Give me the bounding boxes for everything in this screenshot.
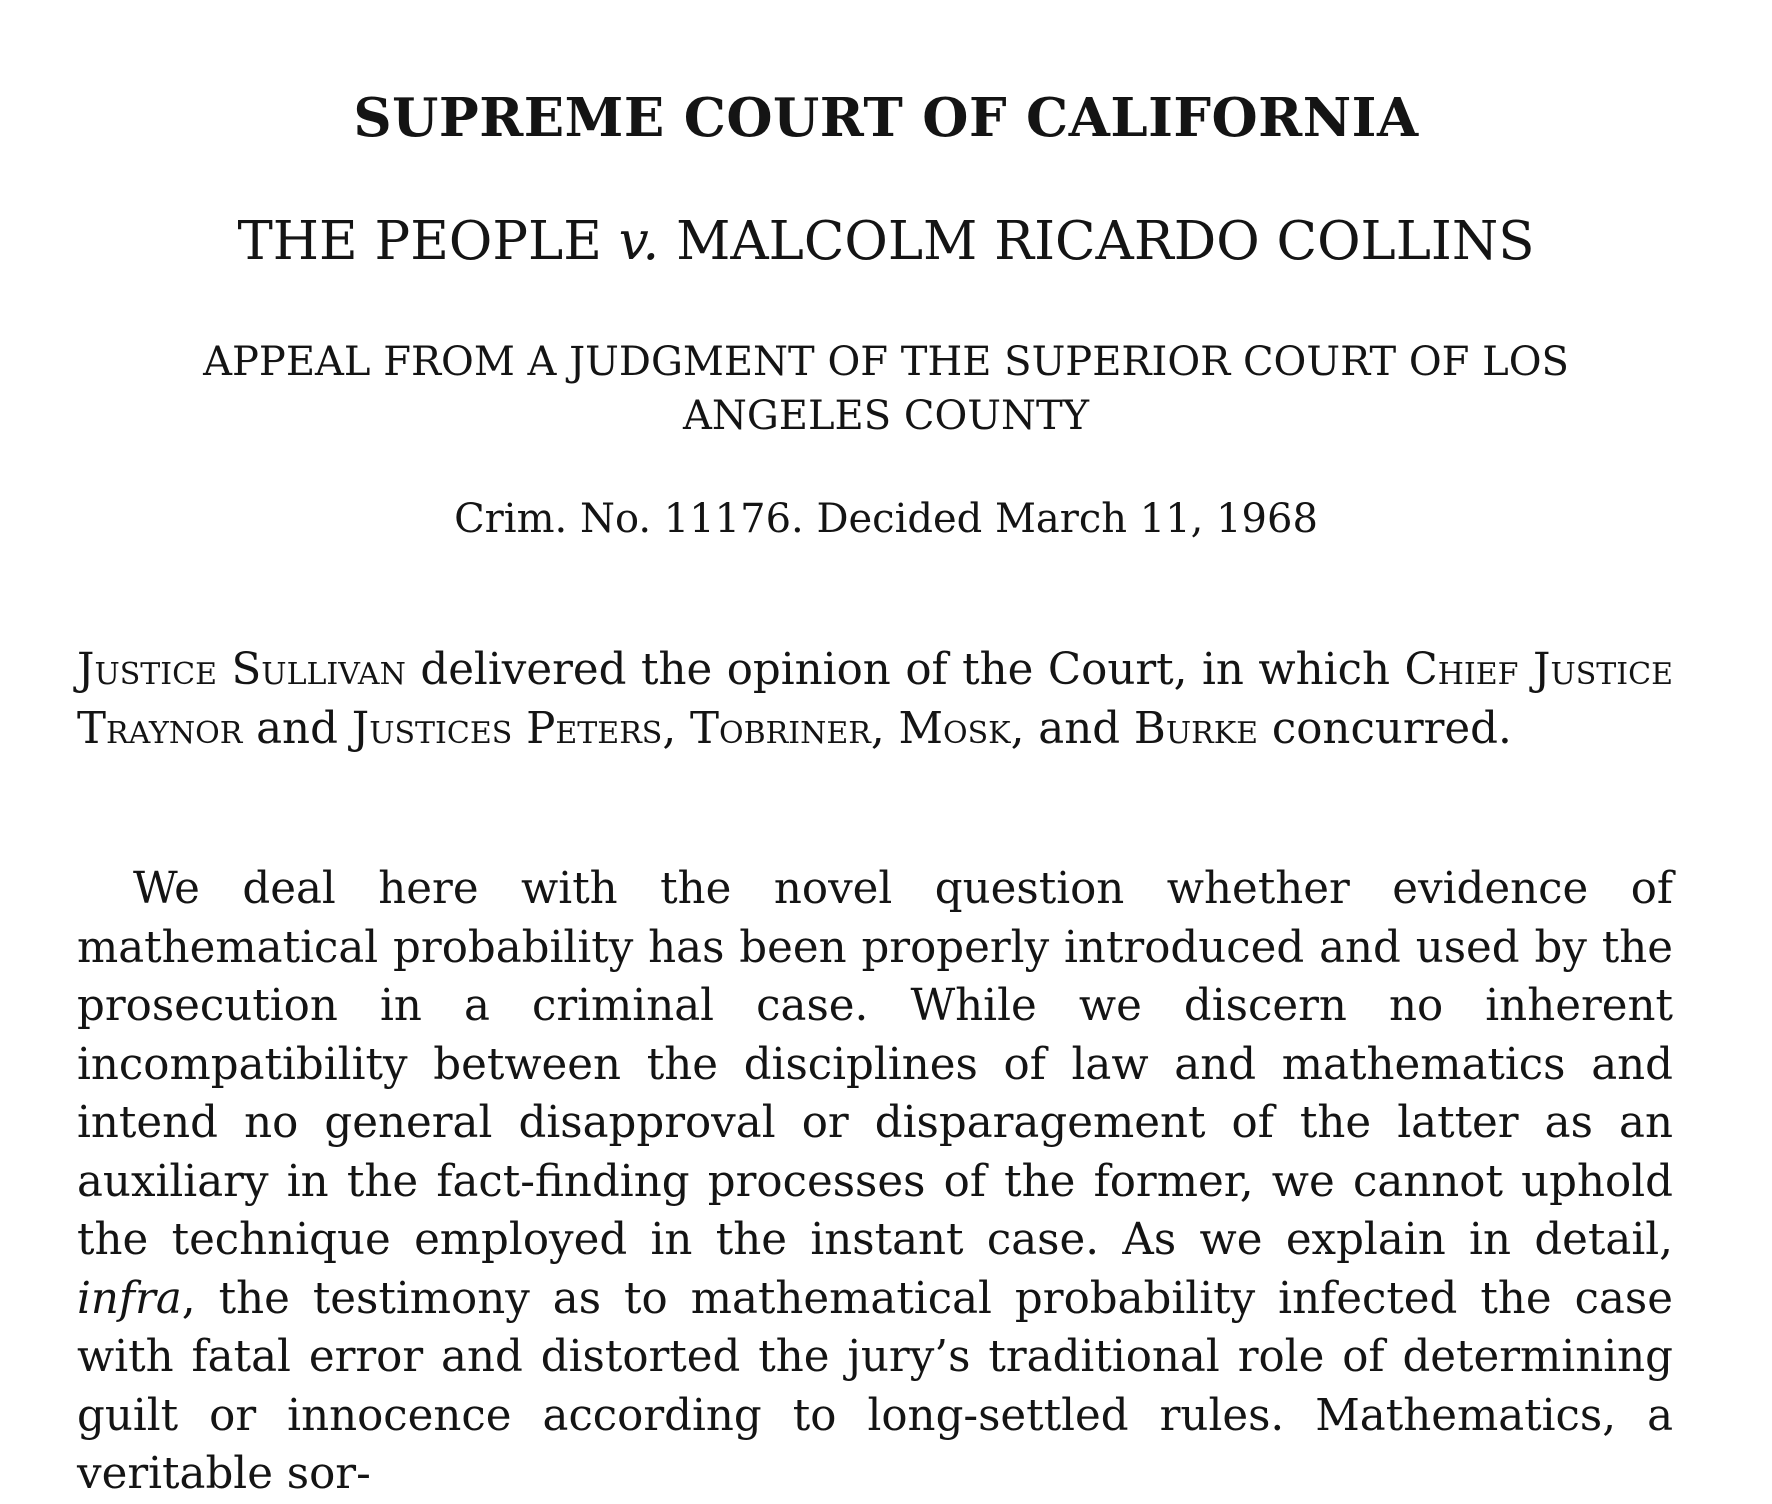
authorship-statement: Justice Sullivan delivered the opinion o… [77,641,1673,758]
document-page: SUPREME COURT OF CALIFORNIA THE PEOPLE v… [0,0,1772,1499]
case-title-defendant: MALCOLM RICARDO COLLINS [659,211,1535,272]
case-title-versus: v. [618,211,660,272]
case-title-plaintiff: THE PEOPLE [237,211,619,272]
separator: , [662,703,690,754]
justice-tobriner: Tobriner [690,703,871,754]
separator: , [870,703,899,754]
justice-peters: Justices Peters [351,703,663,754]
case-title: THE PEOPLE v. MALCOLM RICARDO COLLINS [0,212,1772,272]
court-name: SUPREME COURT OF CALIFORNIA [353,87,1419,149]
separator: , and [1010,703,1134,754]
authorship-text-3: concurred. [1258,703,1512,754]
opinion-paragraph: We deal here with the novel question whe… [77,860,1673,1504]
appeal-heading: APPEAL FROM A JUDGMENT OF THE SUPERIOR C… [203,339,1569,439]
docket-line: Crim. No. 11176. Decided March 11, 1968 [454,496,1318,542]
authorship-text-1: delivered the opinion of the Court, in w… [405,645,1405,695]
opinion-infra: infra [77,1273,182,1324]
justice-mosk: Mosk [898,703,1011,754]
authorship-text-2: and [242,703,352,754]
opinion-text-a: We deal here with the novel question whe… [77,864,1673,1265]
justice-burke: Burke [1133,703,1259,754]
author-justice: Justice Sullivan [77,645,406,695]
opinion-text-b: , the testimony as to mathematical proba… [77,1273,1673,1500]
